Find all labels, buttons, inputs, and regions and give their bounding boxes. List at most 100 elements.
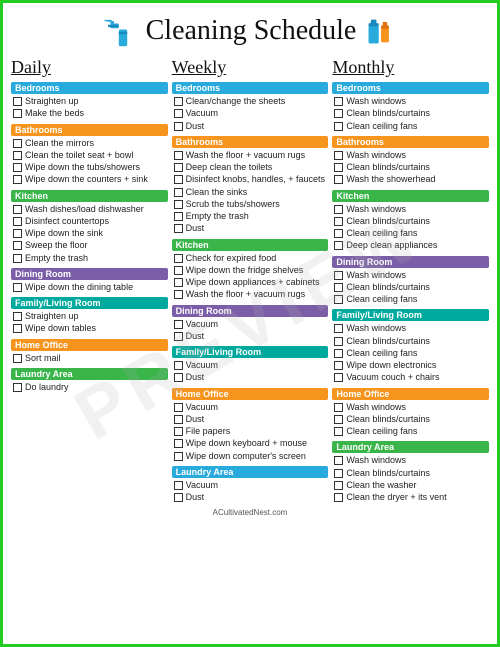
checkbox[interactable] — [13, 324, 22, 333]
checkbox[interactable] — [174, 266, 183, 275]
checkbox[interactable] — [334, 97, 343, 106]
checkbox[interactable] — [334, 205, 343, 214]
checkbox[interactable] — [13, 139, 22, 148]
checkbox[interactable] — [334, 271, 343, 280]
checkbox[interactable] — [334, 217, 343, 226]
checkbox[interactable] — [13, 97, 22, 106]
checkbox[interactable] — [174, 122, 183, 131]
checkbox[interactable] — [334, 481, 343, 490]
list-item: Straighten up — [11, 311, 168, 322]
checkbox[interactable] — [174, 373, 183, 382]
item-text: Dust — [186, 492, 205, 503]
checkbox[interactable] — [174, 403, 183, 412]
checkbox[interactable] — [13, 312, 22, 321]
checkbox[interactable] — [174, 332, 183, 341]
checkbox[interactable] — [334, 456, 343, 465]
checkbox[interactable] — [334, 337, 343, 346]
item-text: Clean the toilet seat + bowl — [25, 150, 133, 161]
checkbox[interactable] — [13, 175, 22, 184]
checkbox[interactable] — [174, 361, 183, 370]
section-label-2-2: Kitchen — [332, 190, 489, 202]
checkbox[interactable] — [174, 452, 183, 461]
item-text: Dust — [186, 372, 205, 383]
checkbox[interactable] — [13, 283, 22, 292]
checkbox[interactable] — [334, 361, 343, 370]
list-item: Wipe down computer's screen — [172, 451, 329, 462]
checkbox[interactable] — [334, 469, 343, 478]
checkbox[interactable] — [334, 349, 343, 358]
item-text: Wipe down computer's screen — [186, 451, 306, 462]
checkbox[interactable] — [13, 241, 22, 250]
checkbox[interactable] — [13, 205, 22, 214]
checkbox[interactable] — [174, 97, 183, 106]
list-item: Vacuum — [172, 402, 329, 413]
checkbox[interactable] — [334, 122, 343, 131]
list-item: Dust — [172, 121, 329, 132]
checkbox[interactable] — [174, 427, 183, 436]
list-item: Clean ceiling fans — [332, 294, 489, 305]
item-text: Wipe down the tubs/showers — [25, 162, 140, 173]
checkbox[interactable] — [174, 415, 183, 424]
checkbox[interactable] — [334, 283, 343, 292]
section-label-0-0: Bedrooms — [11, 82, 168, 94]
checkbox[interactable] — [13, 217, 22, 226]
item-text: Wash the floor + vacuum rugs — [186, 289, 305, 300]
checkbox[interactable] — [174, 163, 183, 172]
item-text: Dust — [186, 223, 205, 234]
checkbox[interactable] — [174, 188, 183, 197]
checkbox[interactable] — [334, 229, 343, 238]
list-item: Wash windows — [332, 402, 489, 413]
checkbox[interactable] — [334, 427, 343, 436]
checkbox[interactable] — [13, 229, 22, 238]
checkbox[interactable] — [334, 241, 343, 250]
checkbox[interactable] — [334, 403, 343, 412]
checkbox[interactable] — [13, 109, 22, 118]
checkbox[interactable] — [13, 254, 22, 263]
item-text: Clean blinds/curtains — [346, 216, 430, 227]
checkbox[interactable] — [174, 175, 183, 184]
checkbox[interactable] — [334, 493, 343, 502]
checkbox[interactable] — [174, 254, 183, 263]
item-text: Clean ceiling fans — [346, 121, 417, 132]
list-item: Check for expired food — [172, 253, 329, 264]
list-item: Disinfect knobs, handles, + faucets — [172, 174, 329, 185]
checkbox[interactable] — [13, 383, 22, 392]
item-text: Wipe down the fridge shelves — [186, 265, 304, 276]
section-label-2-6: Laundry Area — [332, 441, 489, 453]
checkbox[interactable] — [174, 278, 183, 287]
checkbox[interactable] — [174, 439, 183, 448]
right-icons — [364, 12, 398, 50]
left-icons — [102, 11, 138, 51]
checkbox[interactable] — [174, 290, 183, 299]
list-item: Deep clean appliances — [332, 240, 489, 251]
checkbox[interactable] — [334, 415, 343, 424]
checkbox[interactable] — [334, 163, 343, 172]
checkbox[interactable] — [334, 373, 343, 382]
list-item: Sort mail — [11, 353, 168, 364]
checkbox[interactable] — [174, 320, 183, 329]
checkbox[interactable] — [334, 151, 343, 160]
item-text: Clean blinds/curtains — [346, 468, 430, 479]
checkbox[interactable] — [13, 163, 22, 172]
checkbox[interactable] — [334, 175, 343, 184]
checkbox[interactable] — [13, 354, 22, 363]
checkbox[interactable] — [174, 151, 183, 160]
checkbox[interactable] — [13, 151, 22, 160]
checkbox[interactable] — [174, 200, 183, 209]
checkbox[interactable] — [334, 295, 343, 304]
checkbox[interactable] — [174, 212, 183, 221]
item-text: Straighten up — [25, 96, 79, 107]
section-label-1-2: Kitchen — [172, 239, 329, 251]
item-text: Sort mail — [25, 353, 61, 364]
checkbox[interactable] — [174, 224, 183, 233]
item-text: Wipe down the dining table — [25, 282, 133, 293]
checkbox[interactable] — [334, 109, 343, 118]
checkbox[interactable] — [174, 493, 183, 502]
checkbox[interactable] — [334, 324, 343, 333]
section-label-0-5: Home Office — [11, 339, 168, 351]
checkbox[interactable] — [174, 109, 183, 118]
section-label-2-3: Dining Room — [332, 256, 489, 268]
list-item: Empty the trash — [172, 211, 329, 222]
checkbox[interactable] — [174, 481, 183, 490]
item-text: Wash windows — [346, 204, 406, 215]
